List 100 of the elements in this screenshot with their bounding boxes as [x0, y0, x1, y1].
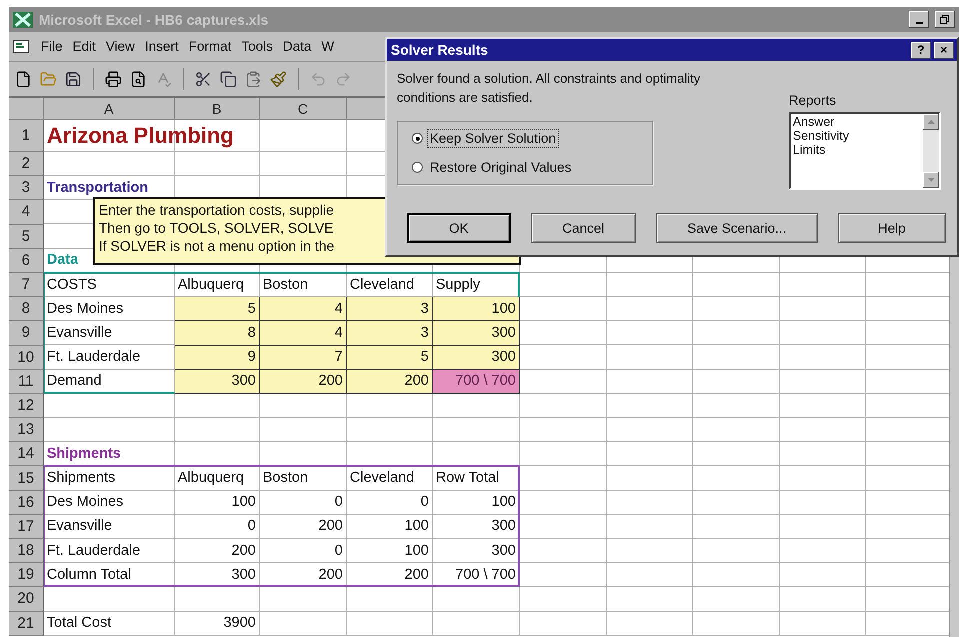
- row-header[interactable]: 8: [9, 297, 44, 322]
- row-header[interactable]: 9: [9, 321, 44, 346]
- dialog-button[interactable]: Cancel: [531, 213, 636, 243]
- menu-item[interactable]: File: [41, 39, 63, 54]
- section-heading[interactable]: Shipments: [47, 446, 122, 462]
- table-cell[interactable]: Des Moines: [47, 300, 124, 317]
- menu-item[interactable]: W: [322, 39, 334, 54]
- column-header[interactable]: A: [44, 98, 175, 120]
- row-header[interactable]: 1: [9, 120, 44, 152]
- table-cell[interactable]: 200: [232, 542, 256, 559]
- row-header[interactable]: 14: [9, 442, 44, 466]
- menu-item[interactable]: Edit: [72, 39, 96, 54]
- table-cell[interactable]: 100: [404, 518, 429, 534]
- input-cell[interactable]: 5: [347, 346, 433, 370]
- workbook-icon[interactable]: [13, 38, 31, 54]
- column-header[interactable]: C: [260, 98, 347, 120]
- check-cell[interactable]: 700 \ 700: [433, 370, 520, 394]
- scroll-down-icon[interactable]: [923, 172, 939, 188]
- paintbrush-icon[interactable]: [270, 70, 287, 88]
- row-header[interactable]: 20: [9, 587, 44, 612]
- cut-icon[interactable]: [195, 70, 212, 88]
- input-cell[interactable]: 300: [175, 370, 260, 394]
- table-cell[interactable]: 300: [492, 518, 516, 534]
- menu-item[interactable]: Tools: [242, 39, 274, 54]
- section-heading[interactable]: Data: [47, 252, 78, 268]
- row-header[interactable]: 3: [9, 176, 44, 200]
- row-header[interactable]: 13: [9, 418, 44, 442]
- table-cell[interactable]: 300: [492, 542, 516, 559]
- table-cell[interactable]: 0: [420, 494, 429, 510]
- restore-button[interactable]: [935, 11, 955, 28]
- table-cell[interactable]: Albuquerq: [178, 276, 244, 293]
- table-cell[interactable]: Ft. Lauderdale: [47, 542, 141, 559]
- input-cell[interactable]: 300: [433, 321, 520, 346]
- input-cell[interactable]: 9: [175, 346, 260, 370]
- help-button[interactable]: ?: [911, 42, 931, 58]
- row-header[interactable]: 16: [9, 490, 44, 515]
- table-cell[interactable]: Ft. Lauderdale: [47, 349, 141, 366]
- menu-item[interactable]: Format: [188, 39, 232, 54]
- table-cell[interactable]: 100: [492, 494, 516, 510]
- dialog-button[interactable]: Save Scenario...: [656, 213, 818, 243]
- table-cell[interactable]: COSTS: [47, 276, 97, 293]
- table-cell[interactable]: Total Cost: [47, 615, 112, 632]
- row-header[interactable]: 18: [9, 539, 44, 564]
- row-header[interactable]: 21: [9, 612, 44, 636]
- radio-button[interactable]: [412, 133, 423, 144]
- input-cell[interactable]: 5: [175, 297, 260, 322]
- row-header[interactable]: 2: [9, 152, 44, 176]
- table-cell[interactable]: 0: [334, 542, 343, 559]
- list-item[interactable]: Answer: [793, 115, 921, 129]
- table-cell[interactable]: 100: [232, 494, 256, 510]
- row-header[interactable]: 12: [9, 394, 44, 418]
- table-cell[interactable]: 200: [318, 566, 343, 583]
- dialog-button[interactable]: OK: [407, 213, 511, 243]
- menu-item[interactable]: Data: [283, 39, 312, 54]
- input-cell[interactable]: 7: [260, 346, 347, 370]
- input-cell[interactable]: 3: [347, 321, 433, 346]
- input-cell[interactable]: 4: [260, 297, 347, 322]
- section-heading[interactable]: Transportation: [47, 180, 149, 196]
- row-header[interactable]: 17: [9, 514, 44, 539]
- input-cell[interactable]: 200: [260, 370, 347, 394]
- table-cell[interactable]: Des Moines: [47, 494, 124, 510]
- menu-item[interactable]: View: [106, 39, 136, 54]
- minimize-button[interactable]: [909, 11, 929, 28]
- row-header[interactable]: 11: [9, 370, 44, 394]
- table-cell[interactable]: Column Total: [47, 566, 132, 583]
- input-cell[interactable]: 4: [260, 321, 347, 346]
- table-cell[interactable]: 300: [232, 566, 256, 583]
- radio-label[interactable]: Keep Solver Solution: [427, 129, 560, 148]
- menu-item[interactable]: Insert: [145, 39, 179, 54]
- table-cell[interactable]: 200: [404, 566, 429, 583]
- print-icon[interactable]: [105, 70, 122, 88]
- row-header[interactable]: 19: [9, 563, 44, 588]
- paste-icon[interactable]: [245, 70, 262, 88]
- input-cell[interactable]: 8: [175, 321, 260, 346]
- row-header[interactable]: 7: [9, 272, 44, 298]
- save-icon[interactable]: [65, 70, 82, 88]
- column-header[interactable]: B: [175, 98, 260, 120]
- input-cell[interactable]: 100: [433, 297, 520, 322]
- reports-list[interactable]: Answer Sensitivity Limits: [789, 112, 941, 190]
- radio-label[interactable]: Restore Original Values: [427, 158, 575, 177]
- table-cell[interactable]: Evansville: [47, 518, 112, 534]
- row-header[interactable]: 6: [9, 248, 44, 273]
- list-item[interactable]: Limits: [793, 143, 921, 157]
- table-cell[interactable]: 100: [404, 542, 429, 559]
- radio-button[interactable]: [412, 162, 423, 173]
- row-header[interactable]: 4: [9, 200, 44, 225]
- table-cell[interactable]: Boston: [263, 276, 308, 293]
- input-cell[interactable]: 300: [433, 346, 520, 370]
- row-header[interactable]: 15: [9, 466, 44, 491]
- table-cell[interactable]: Demand: [47, 373, 102, 390]
- close-button[interactable]: ×: [934, 42, 954, 58]
- table-cell[interactable]: Supply: [436, 276, 480, 293]
- new-file-icon[interactable]: [15, 70, 32, 88]
- table-cell[interactable]: 200: [318, 518, 343, 534]
- table-cell[interactable]: Cleveland: [350, 276, 414, 293]
- table-cell[interactable]: 700 \ 700: [456, 566, 516, 583]
- table-cell[interactable]: 0: [248, 518, 256, 534]
- print-preview-icon[interactable]: [130, 70, 147, 88]
- table-cell[interactable]: Row Total: [436, 470, 500, 486]
- input-cell[interactable]: 200: [347, 370, 433, 394]
